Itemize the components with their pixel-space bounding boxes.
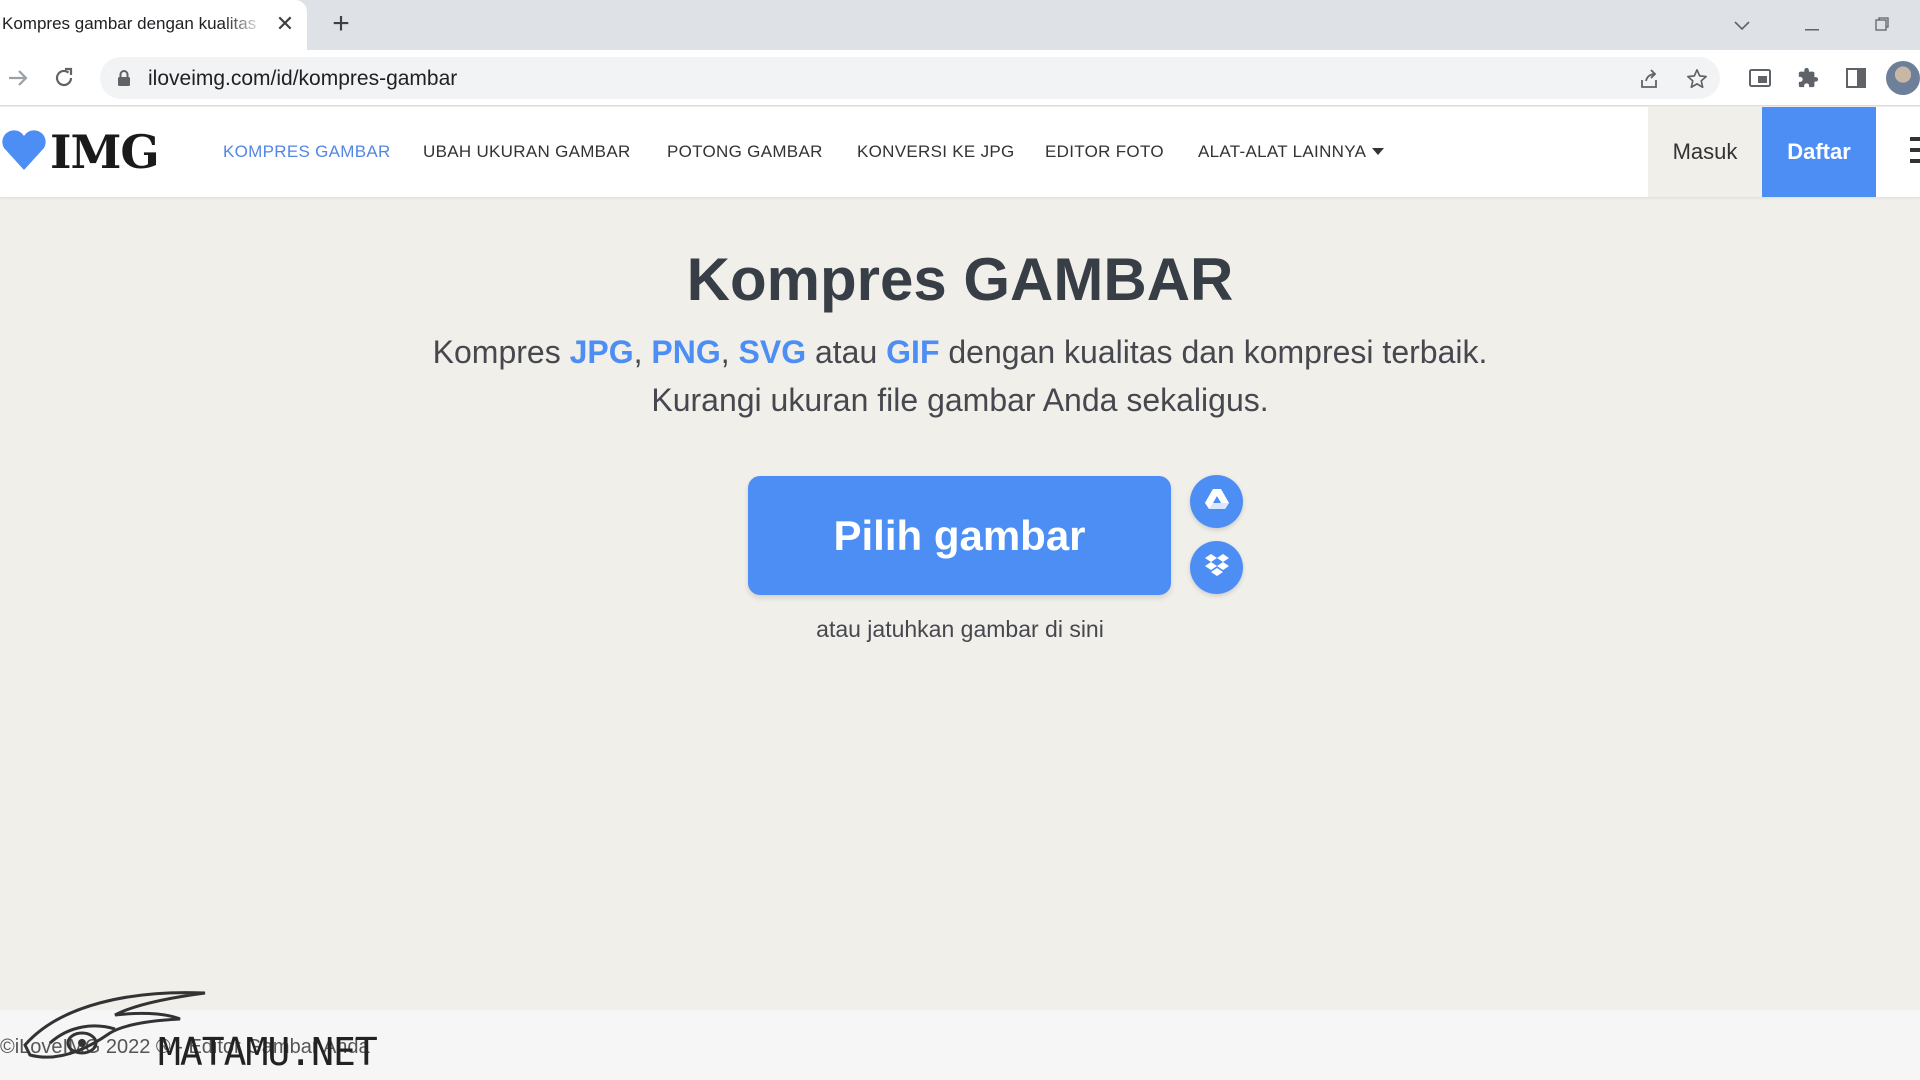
url-text: iloveimg.com/id/kompres-gambar [148, 67, 458, 90]
nav-more-label: ALAT-ALAT LAINNYA [1198, 142, 1367, 161]
browser-tab[interactable]: Kompres gambar dengan kualitas ✕ [0, 0, 307, 50]
select-images-button[interactable]: Pilih gambar [748, 476, 1171, 595]
watermark-text: MATAMU.NET [158, 1030, 378, 1074]
lock-icon[interactable] [116, 69, 132, 92]
page-title: Kompres GAMBAR [686, 246, 1234, 313]
format-svg: SVG [738, 334, 807, 370]
nav-alat-alat-lainnya[interactable]: ALAT-ALAT LAINNYA [1198, 142, 1385, 162]
share-icon[interactable] [1636, 66, 1662, 92]
profile-avatar[interactable] [1886, 61, 1920, 95]
browser-tab-bar: Kompres gambar dengan kualitas ✕ + [0, 0, 1920, 50]
dropbox-icon [1204, 553, 1230, 582]
format-png: PNG [651, 334, 721, 370]
format-gif: GIF [886, 334, 940, 370]
menu-icon[interactable] [1910, 137, 1920, 170]
minimize-icon[interactable] [1797, 10, 1827, 40]
tab-search-icon[interactable] [1727, 10, 1757, 40]
extensions-icon[interactable] [1792, 62, 1824, 94]
forward-icon[interactable] [2, 62, 34, 94]
google-drive-icon [1204, 488, 1230, 515]
subtitle-separator: atau [806, 334, 887, 370]
subtitle-separator: , [720, 334, 739, 370]
format-jpg: JPG [569, 334, 634, 370]
nav-ubah-ukuran-gambar[interactable]: UBAH UKURAN GAMBAR [423, 142, 631, 162]
nav-kompres-gambar[interactable]: KOMPRES GAMBAR [223, 142, 391, 162]
subtitle-suffix: dengan kualitas dan kompresi terbaik. [939, 334, 1488, 370]
signup-button[interactable]: Daftar [1762, 107, 1876, 197]
google-drive-button[interactable] [1190, 475, 1243, 528]
star-icon[interactable] [1684, 66, 1710, 92]
heart-icon [0, 128, 48, 177]
address-bar[interactable]: iloveimg.com/id/kompres-gambar [100, 57, 1720, 99]
picture-in-picture-icon[interactable] [1744, 62, 1776, 94]
restore-icon[interactable] [1867, 10, 1897, 40]
tab-title: Kompres gambar dengan kualitas [2, 14, 264, 34]
nav-konversi-ke-jpg[interactable]: KONVERSI KE JPG [857, 142, 1015, 162]
subtitle-separator: , [633, 334, 652, 370]
new-tab-button[interactable]: + [326, 9, 356, 39]
subtitle-line-1: Kompres JPG, PNG, SVG atau GIF dengan ku… [0, 328, 1920, 376]
site-header: IMG KOMPRES GAMBAR UBAH UKURAN GAMBAR PO… [0, 107, 1920, 197]
dropbox-button[interactable] [1190, 541, 1243, 594]
side-panel-icon[interactable] [1840, 62, 1872, 94]
logo-text: IMG [50, 125, 160, 179]
subtitle-prefix: Kompres [432, 334, 570, 370]
browser-toolbar: iloveimg.com/id/kompres-gambar [0, 50, 1920, 106]
caret-down-icon [1372, 148, 1385, 155]
drop-hint: atau jatuhkan gambar di sini [816, 616, 1104, 642]
nav-editor-foto[interactable]: EDITOR FOTO [1045, 142, 1164, 162]
page-subtitle: Kompres JPG, PNG, SVG atau GIF dengan ku… [0, 328, 1920, 424]
nav-potong-gambar[interactable]: POTONG GAMBAR [667, 142, 823, 162]
subtitle-line-2: Kurangi ukuran file gambar Anda sekaligu… [651, 382, 1269, 418]
site-logo[interactable]: IMG [0, 125, 160, 179]
tab-close-icon[interactable]: ✕ [272, 11, 298, 37]
login-button[interactable]: Masuk [1648, 107, 1762, 197]
reload-icon[interactable] [48, 62, 80, 94]
